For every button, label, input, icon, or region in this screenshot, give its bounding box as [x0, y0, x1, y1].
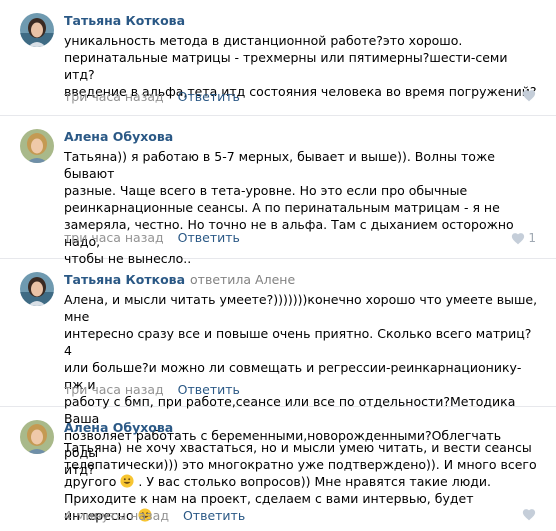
author-name[interactable]: Алена Обухова: [64, 420, 173, 435]
comment-line: Татьяна)) я работаю в 5-7 мерных, бывает…: [64, 149, 495, 181]
comment-line: разные. Чаще всего в тета-уровне. Но это…: [64, 183, 468, 198]
author-name[interactable]: Татьяна Коткова: [64, 272, 185, 287]
author-name[interactable]: Алена Обухова: [64, 129, 173, 144]
author-name[interactable]: Татьяна Коткова: [64, 13, 185, 28]
comment-line: уникальность метода в дистанционной рабо…: [64, 33, 463, 48]
like-button[interactable]: [522, 508, 536, 521]
comment-header: Татьяна Коткова ответила Алене: [64, 272, 295, 288]
comment-line: Татьяна) не хочу хвастаться, но и мысли …: [64, 440, 532, 455]
reply-to-label[interactable]: ответила Алене: [190, 272, 295, 287]
comment-text-segment: другого: [64, 474, 117, 489]
comment-header: Алена Обухова: [64, 129, 173, 145]
heart-icon: [512, 232, 525, 244]
comment-line: Алена, и мысли читать умеете?)))))))коне…: [64, 292, 538, 324]
comment-header: Татьяна Коткова: [64, 13, 185, 29]
comment-text-segment: . У вас столько вопросов)) Мне нравятся …: [138, 474, 491, 489]
comment: Алена Обухова Татьяна)) я работаю в 5-7 …: [0, 116, 556, 266]
comment-line: другого . У вас столько вопросов)) Мне н…: [64, 473, 539, 490]
smile-emoji-icon: [120, 474, 134, 488]
like-count: 1: [528, 231, 536, 245]
avatar[interactable]: [20, 420, 54, 454]
comment-line: интересно сразу все и повыше очень прият…: [64, 326, 532, 358]
like-button[interactable]: [522, 89, 536, 102]
comment-text: Татьяна)) я работаю в 5-7 мерных, бывает…: [64, 148, 539, 267]
timestamp[interactable]: три часа назад: [64, 89, 164, 104]
reply-button[interactable]: Ответить: [178, 230, 240, 245]
comment-line: перинатальные матрицы - трехмерны или пя…: [64, 50, 508, 82]
timestamp[interactable]: 4 минуты назад: [64, 508, 169, 523]
reply-button[interactable]: Ответить: [178, 89, 240, 104]
avatar[interactable]: [20, 129, 54, 163]
heart-icon: [522, 90, 536, 102]
like-button[interactable]: 1: [511, 230, 536, 246]
comment-meta: 4 минуты назад Ответить: [64, 508, 245, 524]
avatar[interactable]: [20, 272, 54, 306]
heart-icon: [522, 509, 536, 521]
reply-button[interactable]: Ответить: [183, 508, 245, 523]
avatar[interactable]: [20, 13, 54, 47]
comment-meta: три часа назад Ответить: [64, 230, 240, 246]
timestamp[interactable]: три часа назад: [64, 230, 164, 245]
comment: Алена Обухова Татьяна) не хочу хвастатьс…: [0, 407, 556, 531]
comment-line: реинкарнационные сеансы. А по перинаталь…: [64, 200, 500, 215]
comment-line: телепатически))) это многократно уже под…: [64, 457, 537, 472]
comment: Татьяна Коткова уникальность метода в ди…: [0, 0, 556, 116]
comment-meta: три часа назад Ответить: [64, 89, 240, 105]
comment-meta: три часа назад Ответить: [64, 382, 240, 398]
timestamp[interactable]: три часа назад: [64, 382, 164, 397]
reply-button[interactable]: Ответить: [178, 382, 240, 397]
comment-header: Алена Обухова: [64, 420, 173, 436]
comment: Татьяна Коткова ответила Алене Алена, и м…: [0, 259, 556, 477]
